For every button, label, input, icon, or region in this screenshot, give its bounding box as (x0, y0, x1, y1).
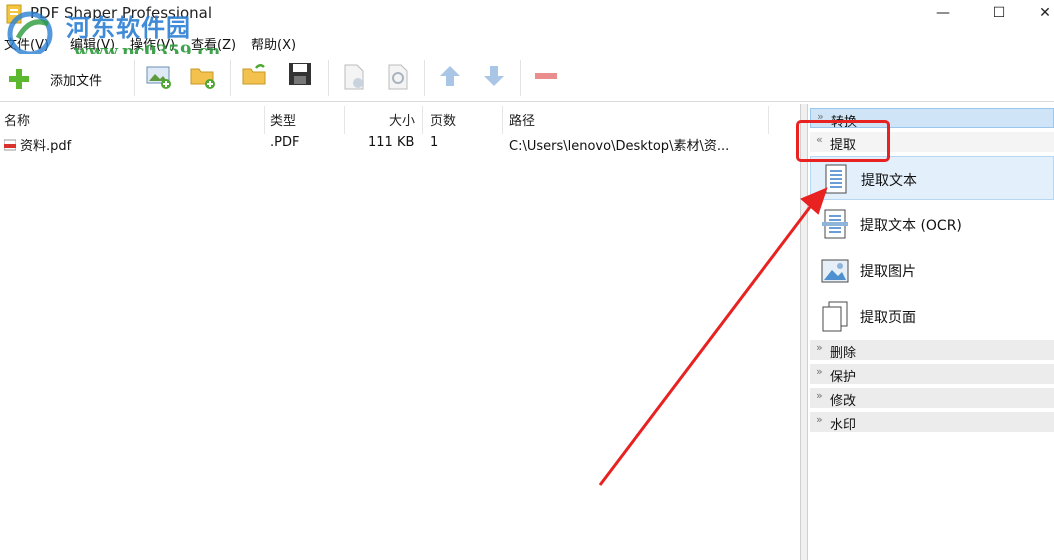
column-header-name[interactable]: 名称 (4, 110, 30, 134)
column-header-pages[interactable]: 页数 (430, 110, 456, 134)
extract-images-label: 提取图片 (860, 264, 916, 280)
extract-pages-label: 提取页面 (860, 310, 916, 326)
pdf-file-icon (4, 139, 16, 151)
file-size: 111 KB (368, 135, 415, 150)
column-divider[interactable] (502, 106, 503, 134)
file-pages: 1 (430, 135, 439, 150)
menu-edit[interactable]: 编辑(V) (70, 34, 115, 53)
menu-help[interactable]: 帮助(X) (251, 34, 296, 53)
add-folder-icon[interactable] (190, 64, 216, 90)
maximize-button[interactable]: ☐ (976, 0, 1022, 26)
extract-text-label: 提取文本 (861, 173, 917, 189)
document-info-icon[interactable] (342, 64, 366, 90)
column-divider[interactable] (344, 106, 345, 134)
file-name: 资料.pdf (20, 139, 72, 154)
app-icon (6, 4, 22, 24)
add-icon (9, 69, 29, 89)
toolbar-separator (520, 60, 521, 96)
column-divider[interactable] (768, 106, 769, 134)
add-image-icon[interactable] (146, 64, 172, 90)
file-type: .PDF (270, 135, 300, 150)
toolbar: 添加文件 (0, 54, 1054, 102)
annotation-arrow-icon (598, 187, 828, 486)
file-path: C:\Users\lenovo\Desktop\素材\资... (509, 139, 730, 154)
menu-bar: 文件(V) 编辑(V) 操作(V) 查看(Z) 帮助(X) (0, 32, 1054, 54)
add-file-button[interactable]: 添加文件 (4, 60, 124, 96)
minimize-button[interactable]: — (920, 0, 966, 26)
save-icon[interactable] (288, 62, 312, 86)
move-down-icon[interactable] (482, 64, 506, 88)
column-header-path[interactable]: 路径 (509, 110, 535, 134)
open-folder-icon[interactable] (242, 62, 268, 88)
toolbar-separator (424, 60, 425, 96)
column-header-type[interactable]: 类型 (270, 110, 296, 134)
table-row[interactable]: 资料.pdf .PDF 111 KB 1 C:\Users\lenovo\Des… (0, 134, 790, 156)
remove-icon[interactable] (534, 64, 558, 88)
menu-view[interactable]: 查看(Z) (191, 34, 236, 53)
column-divider[interactable] (422, 106, 423, 134)
preview-icon[interactable] (386, 64, 410, 90)
annotation-highlight-box (796, 120, 890, 162)
move-up-icon[interactable] (438, 64, 462, 88)
toolbar-separator (230, 60, 231, 96)
menu-operation[interactable]: 操作(V) (130, 34, 175, 53)
toolbar-separator (134, 60, 135, 96)
close-button[interactable]: ✕ (1030, 0, 1054, 26)
title-bar: PDF Shaper Professional — ☐ ✕ (0, 0, 1054, 30)
column-header-size[interactable]: 大小 (389, 110, 415, 134)
extract-text-ocr-label: 提取文本 (OCR) (860, 218, 962, 234)
column-divider[interactable] (264, 106, 265, 134)
add-file-label: 添加文件 (50, 74, 103, 89)
menu-file[interactable]: 文件(V) (4, 34, 49, 53)
toolbar-separator (328, 60, 329, 96)
window-title: PDF Shaper Professional (30, 4, 213, 22)
